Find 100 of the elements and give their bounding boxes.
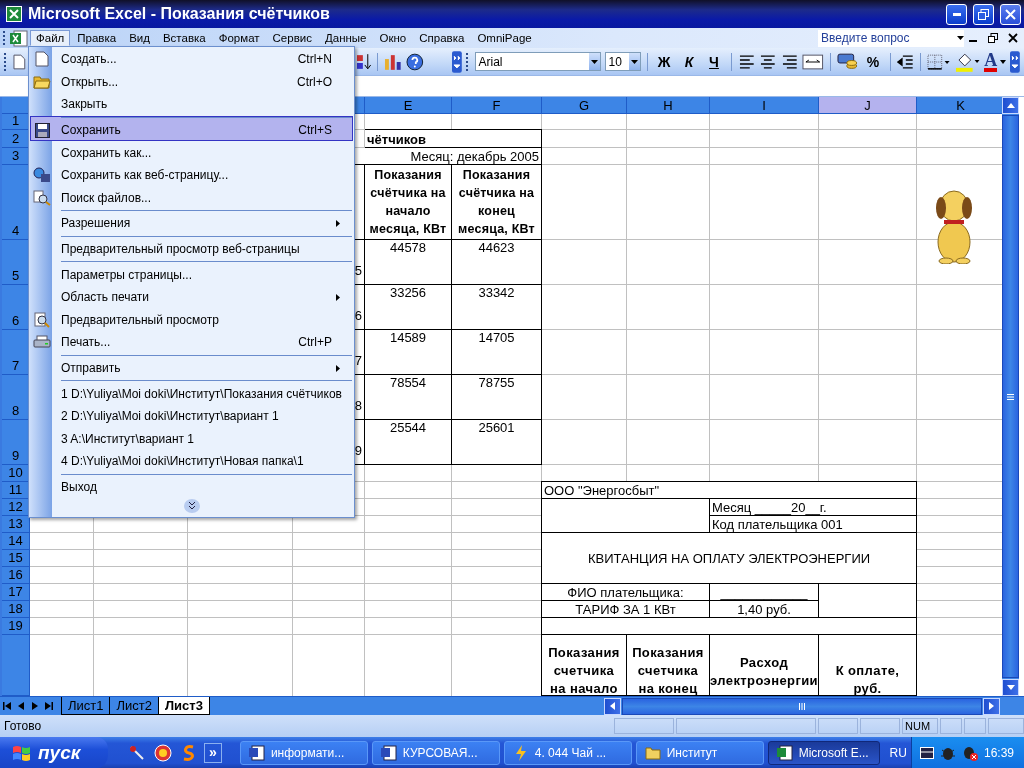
satellite-icon[interactable]: [127, 743, 146, 762]
help-icon[interactable]: [406, 52, 424, 71]
more-button[interactable]: »: [203, 742, 222, 763]
row-header[interactable]: 2: [2, 130, 30, 148]
column-header[interactable]: K: [917, 97, 1002, 114]
globe-icon[interactable]: [153, 743, 172, 762]
taskbar-button[interactable]: КУРСОВАЯ...: [371, 740, 500, 765]
taskbar-button[interactable]: 4. 044 Чай ...: [503, 740, 632, 765]
borders-icon[interactable]: [927, 52, 951, 71]
taskbar-button[interactable]: Институт: [635, 740, 764, 765]
percent-button[interactable]: %: [862, 51, 884, 72]
row-header[interactable]: 9: [2, 420, 30, 465]
menu-item[interactable]: Вставка: [156, 30, 212, 46]
row-header[interactable]: 8: [2, 375, 30, 420]
scroll-down-icon[interactable]: [1006, 685, 1015, 690]
row-header[interactable]: 19: [2, 618, 30, 635]
row-header[interactable]: 6: [2, 285, 30, 330]
row-header[interactable]: 3: [2, 148, 30, 165]
restore-icon[interactable]: [978, 8, 989, 20]
new-document-icon[interactable]: [13, 53, 26, 70]
row-header[interactable]: 14: [2, 533, 30, 550]
sheet-tab[interactable]: Лист3: [157, 697, 210, 715]
window-icon[interactable]: [919, 745, 934, 760]
scroll-left-icon[interactable]: [610, 702, 615, 710]
column-header[interactable]: H: [627, 97, 710, 114]
italic-button[interactable]: К: [678, 51, 700, 72]
menu-item[interactable]: Сохранить Ctrl+S: [30, 115, 353, 142]
align-right-icon[interactable]: [780, 52, 799, 71]
toolbar-options-icon[interactable]: [451, 50, 462, 73]
horizontal-scrollbar[interactable]: [604, 697, 1000, 715]
print-preview-icon[interactable]: [33, 311, 51, 328]
help-field[interactable]: Введите вопрос: [818, 29, 964, 47]
menu-item[interactable]: Закрыть: [30, 93, 353, 116]
underline-button[interactable]: Ч: [703, 51, 725, 72]
indent-icon[interactable]: [896, 52, 915, 71]
expand-icon[interactable]: [183, 499, 200, 514]
open-folder-icon[interactable]: [33, 74, 51, 90]
menu-item[interactable]: Открыть... Ctrl+O: [30, 70, 353, 94]
select-all-corner[interactable]: [2, 97, 30, 114]
row-header[interactable]: 17: [2, 584, 30, 601]
row-header[interactable]: 18: [2, 601, 30, 618]
taskbar-button[interactable]: Microsoft E...: [767, 740, 880, 765]
next-sheet-icon[interactable]: [31, 702, 39, 710]
column-header[interactable]: I: [710, 97, 819, 114]
align-left-icon[interactable]: [737, 52, 756, 71]
row-header[interactable]: 5: [2, 240, 30, 285]
close-button[interactable]: [1000, 3, 1021, 25]
menu-item[interactable]: Поиск файлов...: [30, 186, 353, 210]
sheet-tab[interactable]: Лист1: [61, 697, 111, 715]
merge-cells-icon[interactable]: [802, 52, 824, 71]
previous-sheet-icon[interactable]: [17, 702, 25, 710]
row-header[interactable]: 12: [2, 499, 30, 516]
new-document-icon[interactable]: [35, 51, 49, 68]
menu-item[interactable]: Сохранить как веб-страницу...: [30, 163, 353, 187]
last-sheet-icon[interactable]: [45, 702, 53, 710]
row-header[interactable]: 13: [2, 516, 30, 533]
align-center-icon[interactable]: [759, 52, 777, 71]
start-button[interactable]: пуск: [0, 737, 108, 768]
taskbar-button[interactable]: информати...: [239, 740, 368, 765]
fill-color-icon[interactable]: [954, 51, 981, 72]
menu-item[interactable]: Данные: [318, 30, 373, 46]
menu-item[interactable]: Формат: [212, 30, 266, 46]
dropdown-icon[interactable]: [1000, 59, 1007, 64]
column-header[interactable]: J: [819, 97, 917, 114]
language-indicator[interactable]: RU: [889, 745, 907, 760]
row-header[interactable]: 7: [2, 330, 30, 375]
font-size-field[interactable]: 10: [604, 52, 641, 71]
minimize-icon[interactable]: [952, 12, 961, 16]
row-header[interactable]: 16: [2, 567, 30, 584]
dropdown-icon[interactable]: [957, 36, 964, 40]
scroll-up-icon[interactable]: [1006, 103, 1015, 108]
restore-icon[interactable]: [988, 33, 998, 43]
bold-button[interactable]: Ж: [653, 51, 675, 72]
column-header[interactable]: E: [365, 97, 452, 114]
web-save-icon[interactable]: [33, 167, 51, 184]
printer-icon[interactable]: [33, 334, 51, 350]
row-header[interactable]: 11: [2, 482, 30, 499]
menu-item[interactable]: Справка: [413, 30, 471, 46]
chart-icon[interactable]: [384, 52, 403, 71]
menu-item[interactable]: Создать... Ctrl+N: [30, 48, 353, 71]
column-header[interactable]: F: [452, 97, 542, 114]
row-header[interactable]: 15: [2, 550, 30, 567]
sort-icon[interactable]: [355, 52, 372, 71]
close-icon[interactable]: [1008, 33, 1018, 43]
vertical-scrollbar[interactable]: [1002, 97, 1019, 696]
menu-item[interactable]: Окно: [373, 30, 413, 46]
row-header[interactable]: 10: [2, 465, 30, 482]
column-header[interactable]: G: [542, 97, 627, 114]
dropdown-icon[interactable]: [590, 59, 598, 64]
dropdown-icon[interactable]: [630, 59, 638, 64]
menu-item[interactable]: Правка: [71, 30, 123, 46]
first-sheet-icon[interactable]: [3, 702, 11, 710]
menu-item[interactable]: Файл: [30, 30, 71, 46]
row-header[interactable]: 4: [2, 165, 30, 240]
scroll-right-icon[interactable]: [989, 702, 994, 710]
menu-item[interactable]: Вид: [123, 30, 156, 46]
font-field[interactable]: Arial: [474, 52, 601, 71]
file-search-icon[interactable]: [33, 189, 51, 206]
menu-item[interactable]: OmniPage: [471, 30, 538, 46]
row-header[interactable]: 1: [2, 114, 30, 130]
